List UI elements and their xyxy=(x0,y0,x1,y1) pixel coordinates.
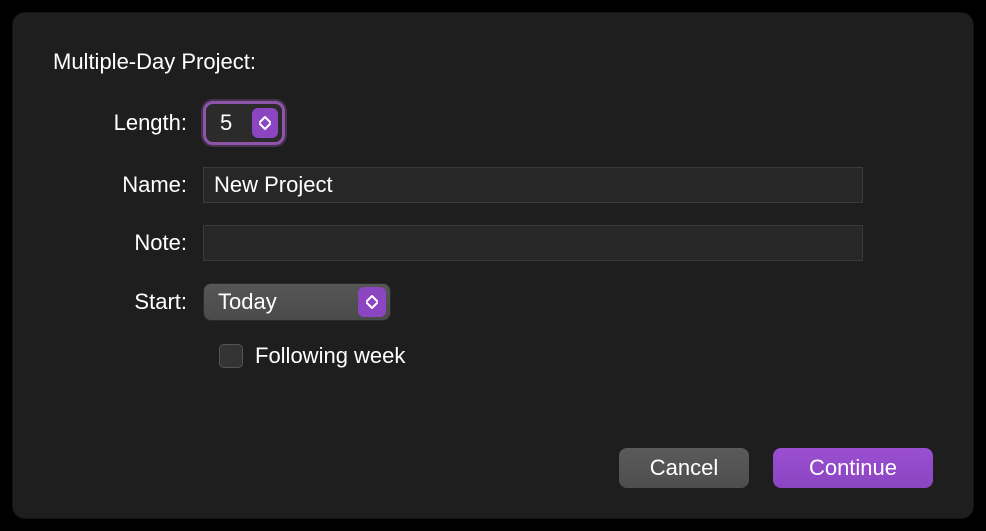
name-row: Name: xyxy=(53,167,933,203)
up-down-arrows-icon[interactable] xyxy=(252,108,278,138)
following-week-label: Following week xyxy=(255,343,405,369)
start-value: Today xyxy=(218,289,277,315)
name-label: Name: xyxy=(53,172,203,198)
continue-button[interactable]: Continue xyxy=(773,448,933,488)
start-row: Start: Today xyxy=(53,283,933,321)
length-row: Length: 5 xyxy=(53,101,933,145)
length-label: Length: xyxy=(53,110,203,136)
new-project-dialog: Multiple-Day Project: Length: 5 Name: No… xyxy=(13,13,973,518)
dialog-buttons: Cancel Continue xyxy=(619,448,933,488)
start-select[interactable]: Today xyxy=(203,283,391,321)
start-label: Start: xyxy=(53,289,203,315)
length-stepper[interactable]: 5 xyxy=(203,101,285,145)
cancel-button[interactable]: Cancel xyxy=(619,448,749,488)
length-value: 5 xyxy=(220,110,244,136)
note-label: Note: xyxy=(53,230,203,256)
note-input[interactable] xyxy=(203,225,863,261)
dialog-title: Multiple-Day Project: xyxy=(53,49,933,75)
following-week-row: Following week xyxy=(219,343,933,369)
up-down-arrows-icon xyxy=(358,287,386,317)
following-week-checkbox[interactable] xyxy=(219,344,243,368)
name-input[interactable] xyxy=(203,167,863,203)
note-row: Note: xyxy=(53,225,933,261)
